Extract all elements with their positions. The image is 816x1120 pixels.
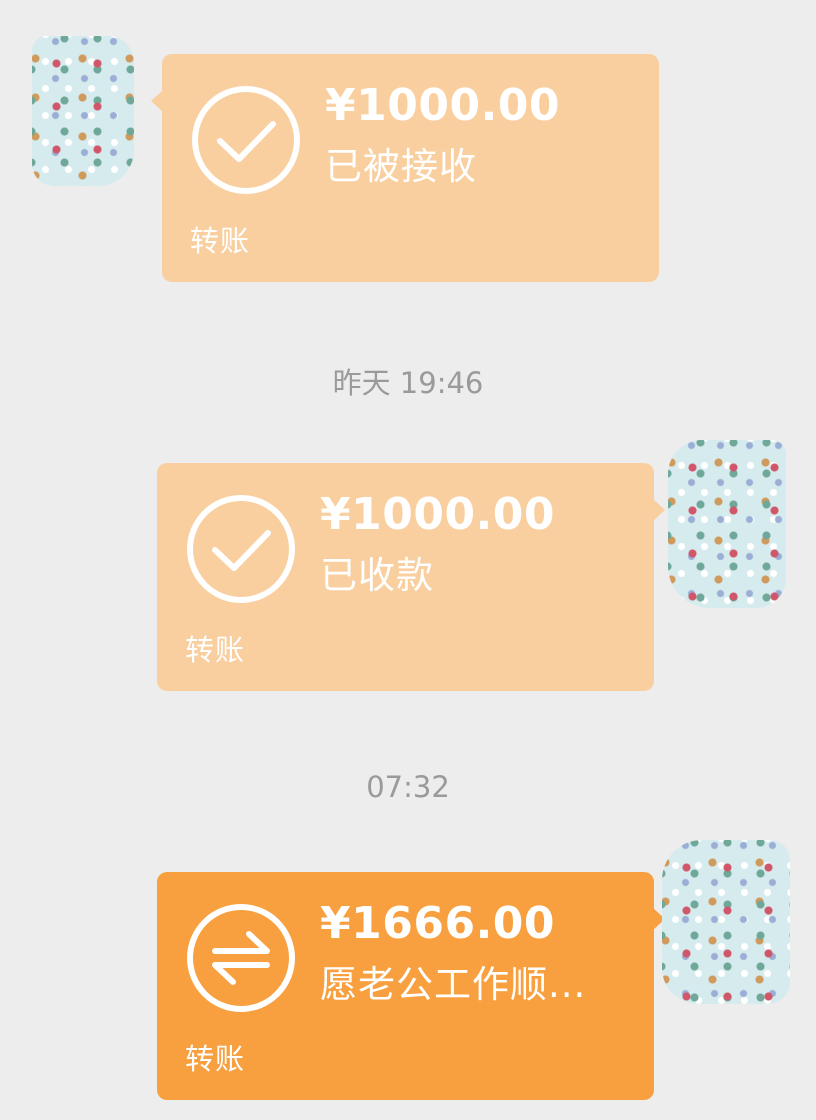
transfer-amount: ¥1000.00 — [320, 489, 556, 540]
checkmark-circle-icon — [187, 495, 295, 603]
transfer-arrows-icon — [187, 904, 295, 1012]
transfer-message-sent[interactable]: ¥1000.00 已收款 转账 — [157, 463, 665, 691]
chat-timestamp: 昨天 19:46 — [332, 366, 484, 400]
transfer-amount: ¥1000.00 — [325, 80, 561, 131]
my-avatar[interactable] — [662, 840, 790, 1004]
transfer-type-label: 转账 — [185, 633, 246, 667]
transfer-note: 愿老公工作顺... — [320, 963, 587, 1006]
chat-timestamp: 07:32 — [366, 770, 450, 804]
transfer-status: 已收款 — [320, 554, 434, 597]
transfer-amount: ¥1666.00 — [320, 898, 556, 949]
contact-avatar[interactable] — [32, 36, 134, 186]
transfer-message-received[interactable]: ¥1000.00 已被接收 转账 — [151, 54, 659, 282]
my-avatar[interactable] — [668, 440, 786, 608]
transfer-status: 已被接收 — [325, 145, 477, 188]
checkmark-circle-icon — [192, 86, 300, 194]
transfer-type-label: 转账 — [190, 224, 251, 258]
transfer-message-pending[interactable]: ¥1666.00 愿老公工作顺... 转账 — [157, 872, 665, 1100]
transfer-type-label: 转账 — [185, 1042, 246, 1076]
